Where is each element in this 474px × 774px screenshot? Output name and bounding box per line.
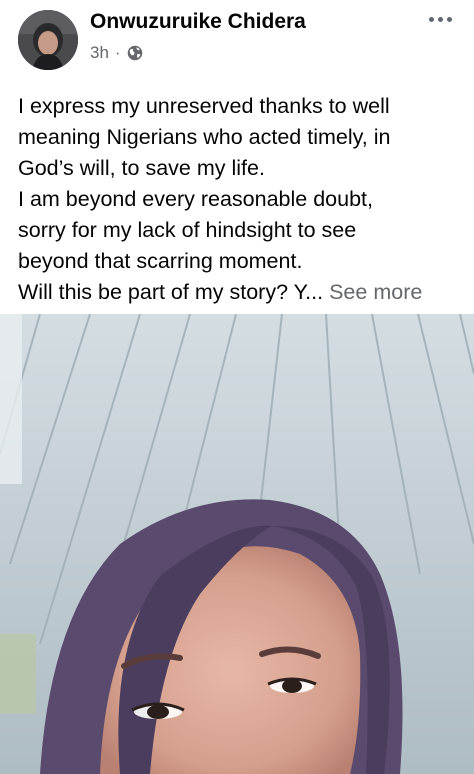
post-text-line: beyond that scarring moment. (18, 249, 303, 273)
post-text-line: I express my unreserved thanks to well (18, 94, 390, 118)
post-text-last-line: Will this be part of my story? Y... See … (18, 277, 468, 308)
post-text-line: sorry for my lack of hindsight to see (18, 218, 357, 242)
post-text-line: God’s will, to save my life. (18, 156, 265, 180)
post-text-line: meaning Nigerians who acted timely, in (18, 125, 391, 149)
selfie-photo-image (0, 314, 474, 774)
more-options-icon[interactable] (420, 8, 460, 30)
post-photo[interactable] (0, 314, 474, 774)
post-text-line: Will this be part of my story? Y... (18, 280, 324, 304)
author-avatar[interactable] (18, 10, 78, 70)
globe-icon[interactable] (127, 45, 143, 61)
avatar-photo-icon (18, 10, 78, 70)
post-time[interactable]: 3h (90, 43, 109, 63)
facebook-post: Onwuzuruike Chidera 3h · I express my un… (0, 0, 474, 774)
post-text: I express my unreserved thanks to well m… (18, 91, 468, 308)
see-more-link[interactable]: See more (329, 280, 422, 304)
post-text-line: I am beyond every reasonable doubt, (18, 187, 373, 211)
post-meta: 3h · (90, 43, 143, 63)
post-header: Onwuzuruike Chidera 3h · (0, 0, 474, 80)
author-name[interactable]: Onwuzuruike Chidera (90, 10, 306, 34)
meta-separator: · (114, 43, 121, 62)
